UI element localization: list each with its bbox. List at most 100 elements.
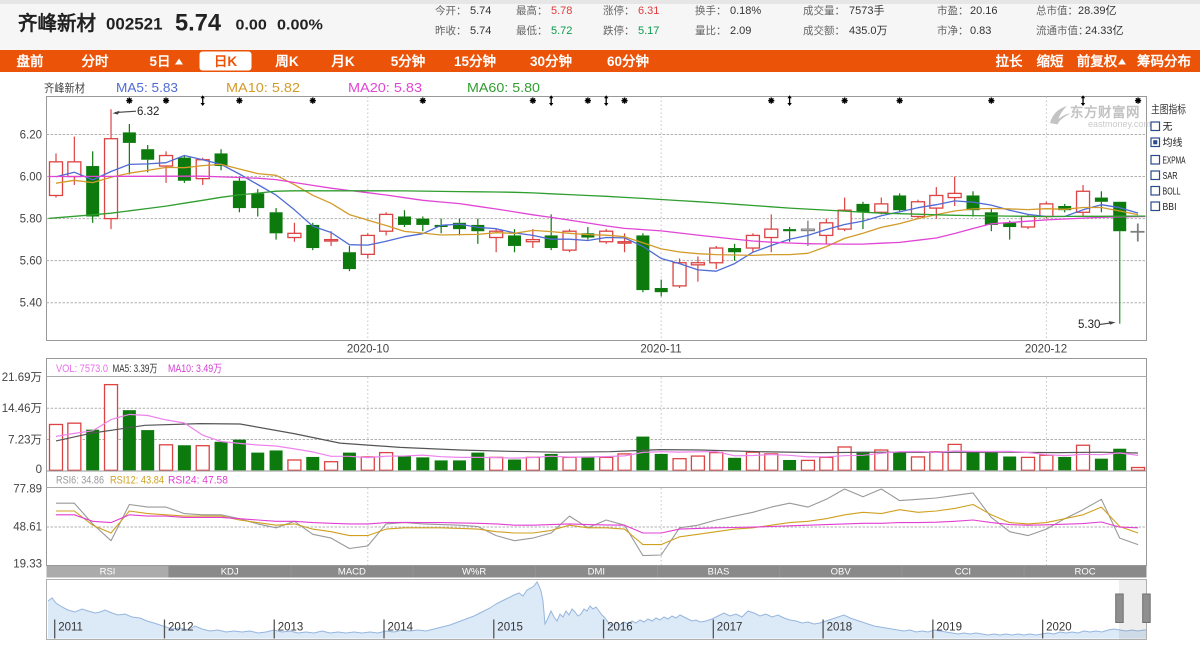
svg-text:77.89: 77.89: [13, 484, 42, 496]
svg-text:2015: 2015: [497, 622, 523, 634]
svg-text:5日: 5日: [149, 54, 170, 69]
svg-text:MA10: 5.82: MA10: 5.82: [226, 81, 300, 95]
svg-text:48.61: 48.61: [13, 522, 42, 534]
svg-text:MA10: 3.49万: MA10: 3.49万: [168, 363, 222, 375]
svg-text:筹码分布: 筹码分布: [1137, 53, 1191, 69]
svg-text:总市值：: 总市值：: [1036, 4, 1078, 17]
svg-text:BOLL: BOLL: [1163, 187, 1181, 198]
svg-text:RSI: RSI: [100, 567, 116, 578]
svg-text:5.74: 5.74: [470, 25, 491, 37]
svg-text:盘前: 盘前: [17, 53, 44, 69]
svg-text:20.16: 20.16: [970, 5, 998, 17]
svg-text:拉长: 拉长: [996, 53, 1024, 69]
svg-text:量比：: 量比：: [695, 24, 727, 37]
svg-text:5.17: 5.17: [638, 25, 659, 37]
svg-text:2020-11: 2020-11: [640, 344, 681, 356]
svg-text:东方财富网: 东方财富网: [1070, 104, 1140, 120]
svg-text:昨收：: 昨收：: [435, 24, 467, 37]
svg-text:EXPMA: EXPMA: [1163, 156, 1186, 167]
svg-text:OBV: OBV: [831, 567, 852, 578]
svg-text:月K: 月K: [330, 54, 354, 69]
svg-text:RSI12: 43.84: RSI12: 43.84: [110, 475, 164, 487]
svg-text:成交额：: 成交额：: [803, 24, 845, 37]
svg-text:5.80: 5.80: [20, 214, 42, 226]
svg-text:均线: 均线: [1163, 136, 1183, 149]
svg-text:BIAS: BIAS: [708, 567, 730, 578]
svg-text:6.20: 6.20: [20, 130, 42, 142]
svg-text:0: 0: [36, 464, 42, 476]
svg-text:2012: 2012: [168, 622, 194, 634]
svg-text:5.74: 5.74: [175, 10, 222, 37]
svg-text:2011: 2011: [58, 622, 83, 634]
svg-text:2020: 2020: [1046, 622, 1072, 634]
svg-text:2016: 2016: [607, 622, 633, 634]
svg-text:市盈：: 市盈：: [937, 4, 969, 17]
svg-text:5.60: 5.60: [20, 256, 42, 268]
svg-text:齐峰新材: 齐峰新材: [44, 81, 85, 95]
svg-text:RSI6: 34.86: RSI6: 34.86: [56, 475, 104, 487]
svg-text:MA5: 5.83: MA5: 5.83: [116, 81, 178, 95]
svg-text:0.83: 0.83: [970, 25, 991, 37]
svg-text:DMI: DMI: [588, 567, 605, 578]
svg-text:14.46万: 14.46万: [2, 403, 42, 415]
svg-text:30分钟: 30分钟: [530, 53, 572, 69]
svg-text:MA5: 3.39万: MA5: 3.39万: [113, 363, 158, 375]
svg-text:5.40: 5.40: [20, 298, 42, 310]
svg-text:分时: 分时: [82, 53, 109, 69]
svg-text:5.78: 5.78: [551, 5, 572, 17]
svg-text:002521: 002521: [106, 15, 163, 34]
svg-text:成交量：: 成交量：: [803, 4, 845, 17]
svg-text:5.74: 5.74: [470, 5, 491, 17]
svg-text:SAR: SAR: [1163, 171, 1178, 182]
svg-text:缩短: 缩短: [1037, 53, 1065, 69]
svg-text:2020-12: 2020-12: [1025, 344, 1067, 356]
svg-text:市净：: 市净：: [937, 24, 969, 37]
svg-text:2020-10: 2020-10: [347, 344, 389, 356]
svg-text:前复权: 前复权: [1077, 53, 1118, 69]
svg-text:VOL: 7573.0: VOL: 7573.0: [56, 363, 108, 375]
svg-text:主图指标: 主图指标: [1151, 102, 1186, 116]
svg-text:2019: 2019: [936, 622, 962, 634]
svg-text:无: 无: [1163, 122, 1173, 133]
svg-text:日K: 日K: [214, 54, 237, 69]
svg-text:2014: 2014: [388, 622, 414, 634]
svg-text:BBI: BBI: [1163, 202, 1177, 213]
svg-text:RSI24: 47.58: RSI24: 47.58: [168, 475, 228, 487]
svg-text:最高：: 最高：: [516, 4, 548, 17]
svg-text:0.00%: 0.00%: [277, 18, 323, 34]
svg-text:W%R: W%R: [462, 567, 486, 578]
svg-text:涨停：: 涨停：: [603, 4, 635, 17]
svg-text:周K: 周K: [275, 54, 298, 69]
svg-text:2.09: 2.09: [730, 25, 751, 37]
svg-text:2018: 2018: [827, 622, 853, 634]
svg-text:ROC: ROC: [1075, 567, 1096, 578]
svg-text:5分钟: 5分钟: [391, 53, 426, 69]
svg-text:KDJ: KDJ: [221, 567, 239, 578]
svg-text:435.0万: 435.0万: [849, 25, 888, 37]
svg-text:流通市值：: 流通市值：: [1036, 24, 1089, 37]
svg-text:MACD: MACD: [338, 567, 366, 578]
svg-text:2017: 2017: [717, 622, 743, 634]
svg-text:60分钟: 60分钟: [607, 53, 649, 69]
svg-text:齐峰新材: 齐峰新材: [18, 11, 96, 35]
svg-text:跌停：: 跌停：: [603, 24, 635, 37]
svg-text:5.30: 5.30: [1078, 319, 1100, 331]
svg-text:28.39亿: 28.39亿: [1078, 4, 1117, 17]
svg-text:0.18%: 0.18%: [730, 5, 761, 17]
svg-text:24.33亿: 24.33亿: [1085, 24, 1124, 37]
svg-text:6.00: 6.00: [20, 172, 42, 184]
svg-text:换手：: 换手：: [695, 4, 727, 17]
svg-text:今开：: 今开：: [435, 4, 467, 17]
svg-text:7573手: 7573手: [849, 3, 884, 17]
svg-text:5.72: 5.72: [551, 25, 572, 37]
svg-text:7.23万: 7.23万: [8, 435, 42, 447]
svg-text:6.31: 6.31: [638, 5, 659, 17]
svg-text:CCI: CCI: [955, 567, 971, 578]
svg-text:19.33: 19.33: [13, 559, 42, 571]
svg-text:最低：: 最低：: [516, 24, 548, 37]
svg-text:MA20: 5.83: MA20: 5.83: [348, 81, 422, 95]
svg-text:21.69万: 21.69万: [2, 372, 42, 384]
svg-text:MA60: 5.80: MA60: 5.80: [467, 81, 540, 95]
svg-text:15分钟: 15分钟: [454, 53, 496, 69]
svg-text:6.32: 6.32: [137, 106, 159, 118]
